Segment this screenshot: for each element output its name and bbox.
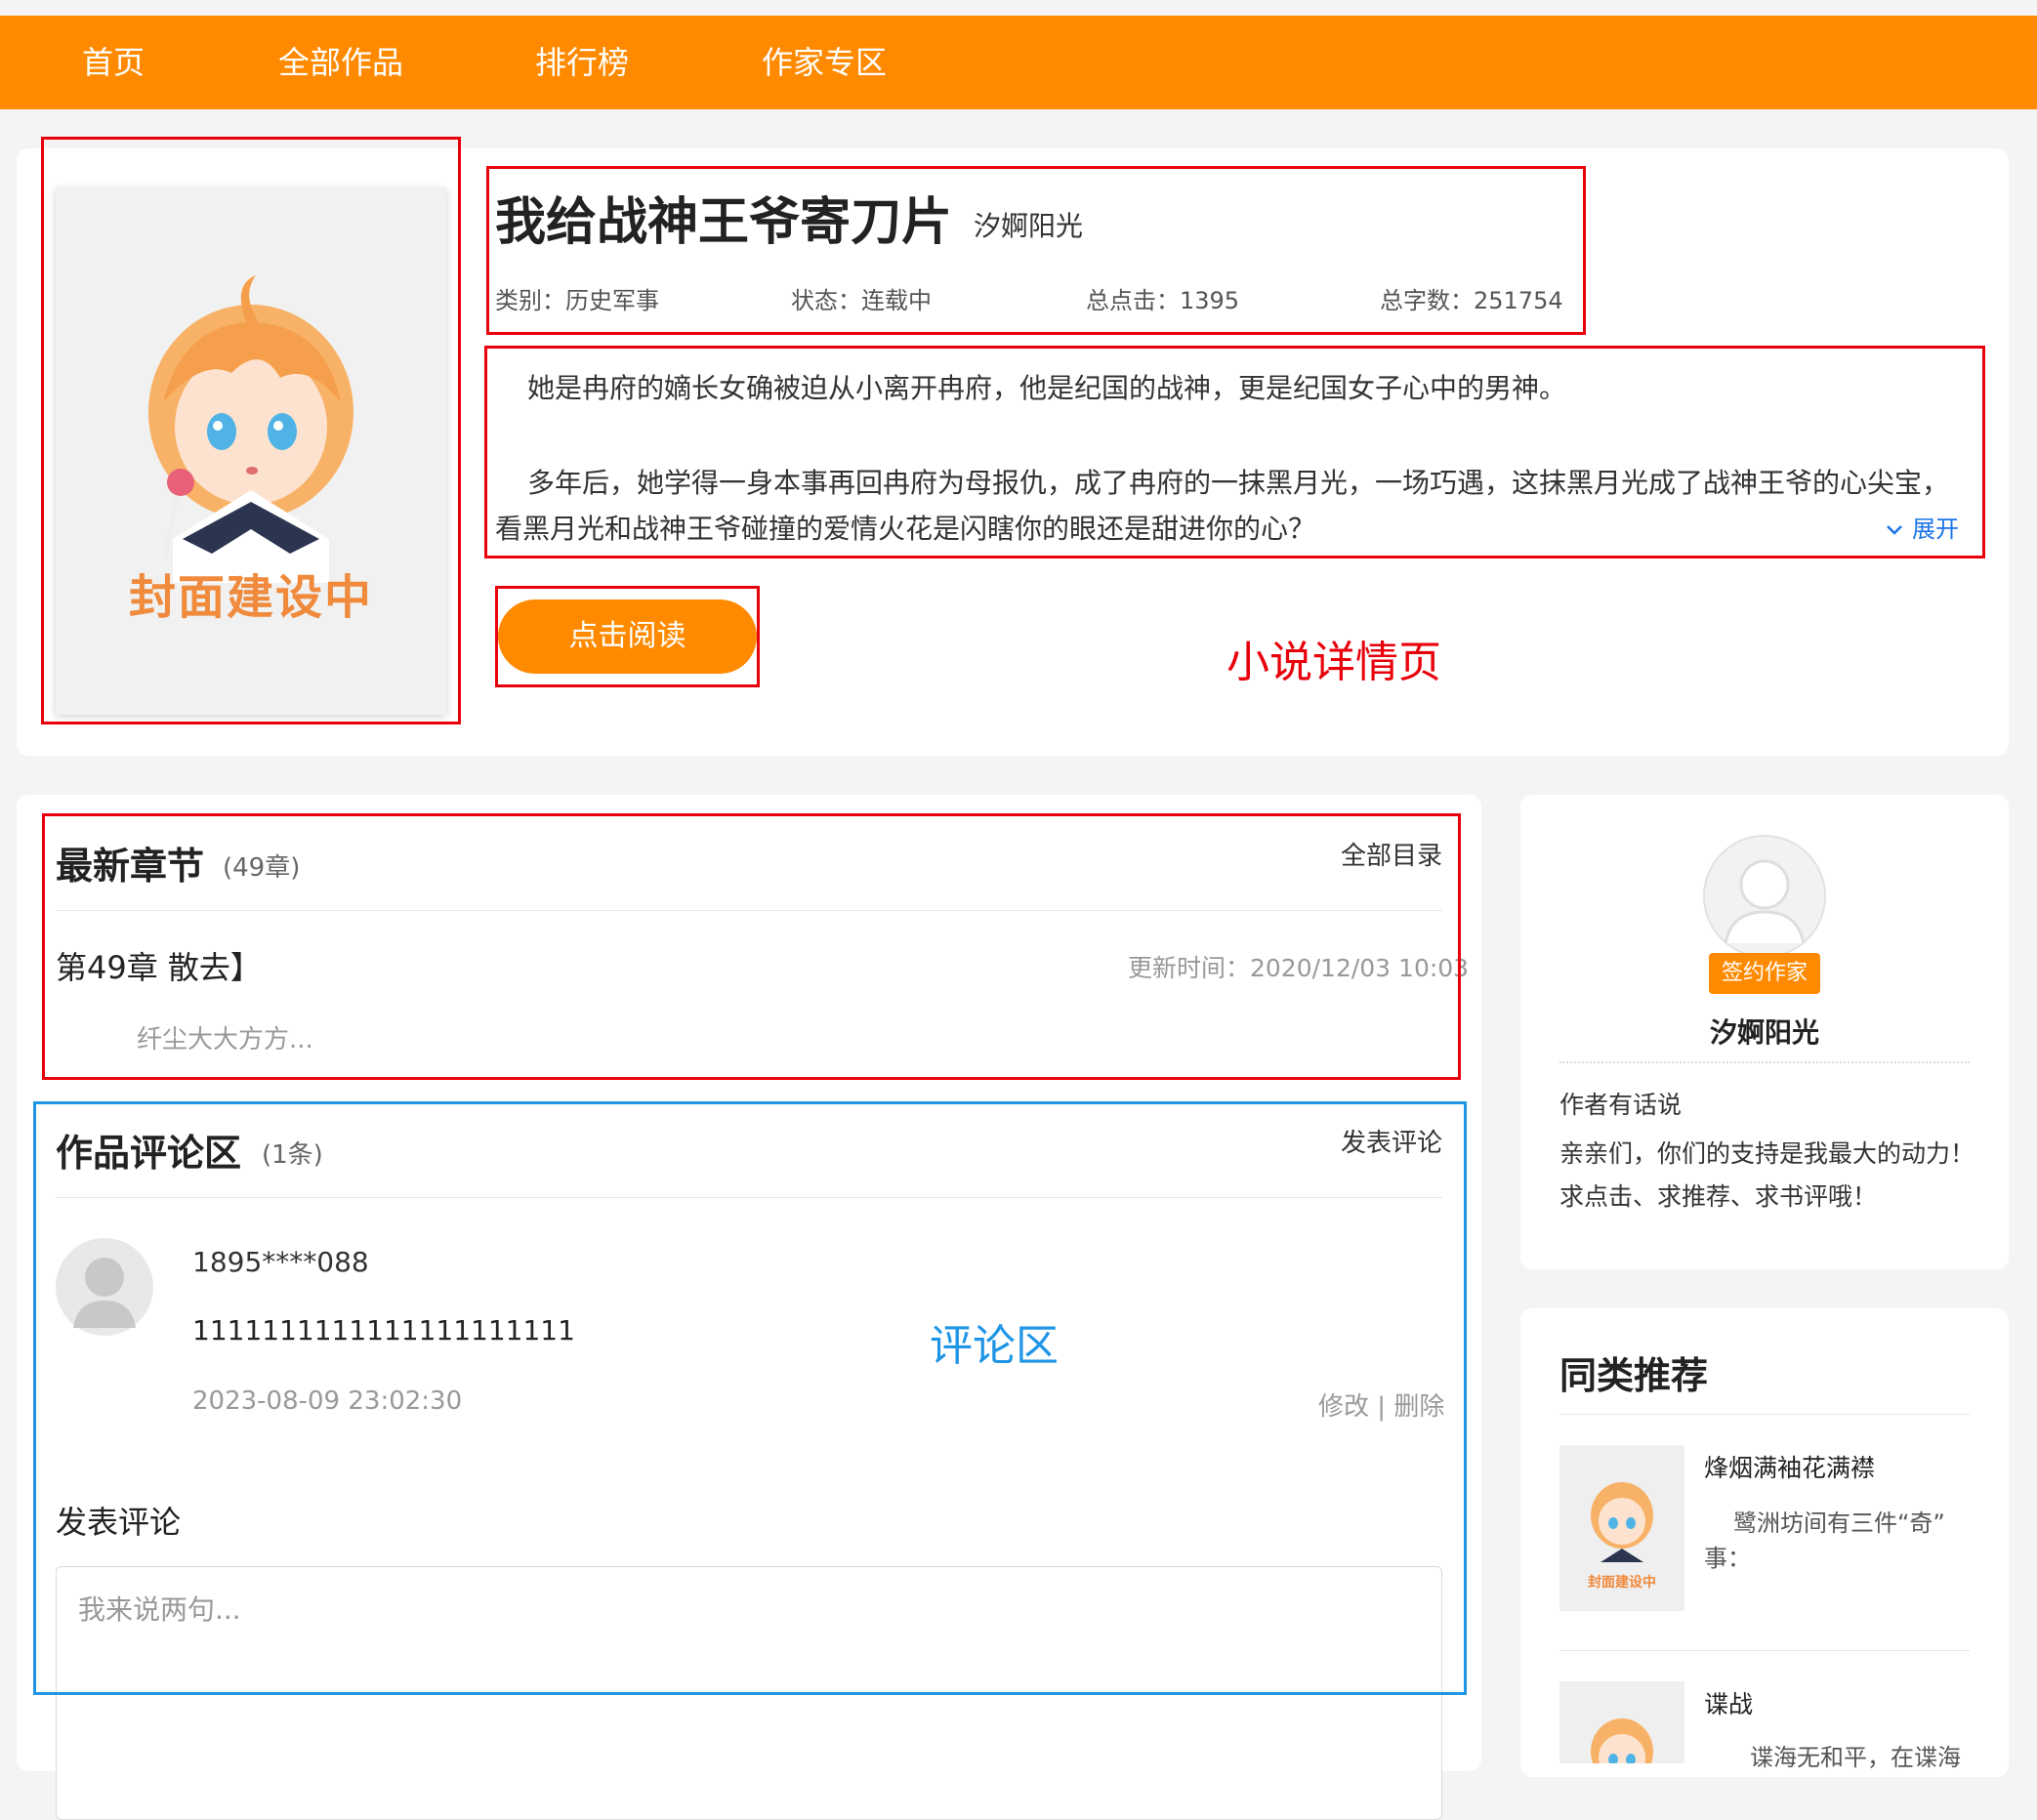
top-nav-bar: 首页 全部作品 排行榜 作家专区 [0,16,2037,109]
author-notes-text: 亲亲们，你们的支持是我最大的动力！ [1559,1139,1975,1168]
recommend-title: 同类推荐 [1559,1354,1709,1397]
nav-rankings[interactable]: 排行榜 [535,16,629,109]
annotation-frame-read-button [495,586,760,687]
author-name[interactable]: 汐婀阳光 [1520,1012,2009,1051]
author-notes-text: 求点击、求推荐、求书评哦！ [1559,1182,1878,1211]
recommend-book-desc: 鹭洲坊间有三件“奇” [1733,1510,1945,1537]
author-notes-title: 作者有话说 [1559,1091,1683,1119]
cover-illustration-icon [1591,1482,1653,1562]
cover-placeholder-text: 封面建设中 [1588,1575,1656,1591]
cover-illustration-icon [1591,1718,1653,1763]
annotation-frame-comments [33,1101,1467,1695]
divider [1559,1650,1970,1651]
recommend-book-desc: 事： [1704,1545,1751,1572]
nav-author-zone[interactable]: 作家专区 [762,16,887,109]
divider [1559,1414,1970,1415]
author-avatar-icon[interactable] [1702,834,1827,959]
recommend-book-title[interactable]: 谍战 [1704,1685,1753,1720]
recommend-book-cover[interactable] [1559,1681,1684,1763]
annotation-frame-chapters [42,813,1461,1080]
annotation-frame-description [484,346,1985,558]
divider [1559,1061,1970,1063]
recommend-book-cover[interactable]: 封面建设中 [1559,1445,1684,1611]
annotation-label-detail: 小说详情页 [1226,638,1441,687]
annotation-frame-cover [41,137,461,724]
nav-all-works[interactable]: 全部作品 [278,16,403,109]
nav-home[interactable]: 首页 [82,16,145,109]
annotation-frame-title [486,166,1586,335]
signed-author-badge: 签约作家 [1709,953,1820,994]
recommend-book-desc: 谍海无和平，在谍海 [1750,1744,1961,1771]
recommend-book-title[interactable]: 烽烟满袖花满襟 [1704,1449,1875,1484]
